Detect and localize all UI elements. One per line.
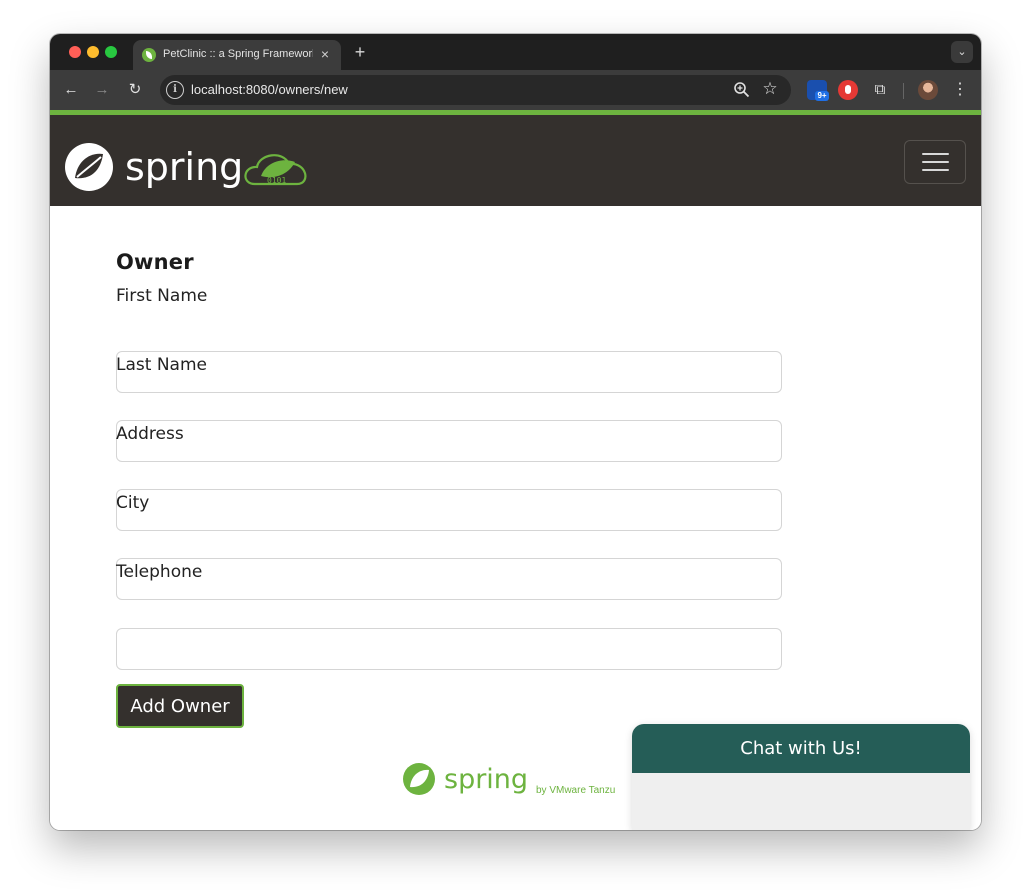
site-info-icon[interactable]: i [166, 81, 184, 99]
footer-spring-logo[interactable]: spring by VMware Tanzu [402, 760, 632, 800]
footer-brand-text: spring [444, 764, 528, 795]
page-viewport: spring 0101 Owner First Name Last Name A… [50, 110, 981, 830]
brand-text: spring [125, 145, 243, 189]
hamburger-line-icon [922, 153, 949, 155]
hamburger-line-icon [922, 169, 949, 171]
spring-logo[interactable]: spring 0101 [63, 140, 323, 196]
hamburger-line-icon [922, 161, 949, 163]
tab-close-icon[interactable]: × [317, 46, 333, 62]
toolbar-divider [903, 83, 904, 99]
extension-icon[interactable]: 9+ [807, 80, 829, 101]
chat-header[interactable]: Chat with Us! [632, 724, 970, 773]
back-button[interactable]: ← [61, 80, 81, 100]
first-name-label: First Name [116, 286, 208, 306]
city-input[interactable] [116, 558, 782, 600]
last-name-input[interactable] [116, 420, 782, 462]
footer-byline: by VMware Tanzu [536, 785, 615, 796]
tab-title: PetClinic :: a Spring Framework [163, 48, 313, 60]
close-window-button[interactable] [69, 46, 81, 58]
adblock-extension-icon[interactable] [838, 80, 858, 100]
nav-toggle-button[interactable] [904, 140, 966, 184]
telephone-label: Telephone [116, 562, 203, 582]
last-name-label: Last Name [116, 355, 207, 375]
forward-button[interactable]: → [92, 80, 112, 100]
site-navbar: spring 0101 [50, 110, 981, 206]
tab-strip: PetClinic :: a Spring Framework × + ⌄ [50, 34, 981, 70]
address-label: Address [116, 424, 184, 444]
add-owner-button[interactable]: Add Owner [116, 684, 244, 728]
extension-badge: 9+ [815, 91, 829, 101]
reload-button[interactable]: ↻ [125, 80, 145, 100]
url-text[interactable]: localhost:8080/owners/new [191, 82, 348, 98]
zoom-icon[interactable] [733, 81, 751, 99]
first-name-input[interactable] [116, 351, 782, 393]
extensions-puzzle-icon[interactable]: ⧉ [870, 80, 890, 100]
city-label: City [116, 493, 150, 513]
browser-menu-icon[interactable]: ⋮ [952, 80, 968, 100]
profile-avatar[interactable] [918, 80, 938, 100]
minimize-window-button[interactable] [87, 46, 99, 58]
chat-widget[interactable]: Chat with Us! [632, 724, 970, 830]
address-bar[interactable]: i localhost:8080/owners/new ☆ [160, 75, 791, 105]
telephone-input[interactable] [116, 628, 782, 670]
maximize-window-button[interactable] [105, 46, 117, 58]
browser-tab[interactable]: PetClinic :: a Spring Framework × [133, 40, 341, 70]
spring-favicon-icon [142, 48, 156, 62]
logo-binary-graphic: 0101 [267, 176, 286, 185]
browser-toolbar: ← → ↻ i localhost:8080/owners/new ☆ 9+ ⧉… [50, 70, 981, 110]
form-title: Owner [116, 250, 194, 274]
browser-window: PetClinic :: a Spring Framework × + ⌄ ← … [50, 34, 981, 830]
new-tab-button[interactable]: + [350, 42, 370, 62]
tab-search-button[interactable]: ⌄ [951, 41, 973, 63]
address-input[interactable] [116, 489, 782, 531]
bookmark-star-icon[interactable]: ☆ [761, 79, 779, 99]
